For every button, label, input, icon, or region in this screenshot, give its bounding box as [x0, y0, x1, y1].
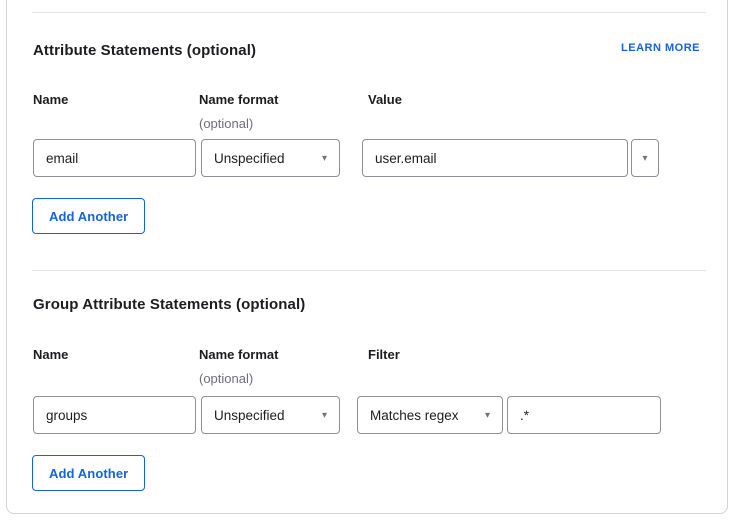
group-attribute-statements-title: Group Attribute Statements (optional): [33, 296, 305, 313]
chevron-down-icon: ▾: [322, 411, 327, 421]
chevron-down-icon: ▾: [485, 411, 490, 421]
add-another-button-attributes[interactable]: Add Another: [32, 198, 145, 234]
column-label-name: Name: [33, 92, 68, 107]
value-dropdown-button[interactable]: ▾: [631, 139, 659, 177]
section-divider-top: [32, 12, 706, 13]
filter-type-select-value: Matches regex: [370, 408, 459, 423]
attribute-value-input[interactable]: [362, 139, 628, 177]
group-attribute-name-input[interactable]: [33, 396, 196, 434]
column-label-name-format-optional: (optional): [199, 371, 253, 386]
column-label-filter: Filter: [368, 347, 400, 362]
saml-settings-page: Attribute Statements (optional) LEARN MO…: [0, 0, 737, 530]
column-label-name-format: Name format: [199, 92, 278, 107]
filter-value-input[interactable]: [507, 396, 661, 434]
learn-more-link[interactable]: LEARN MORE: [621, 42, 700, 54]
settings-card: [6, 0, 728, 514]
name-format-select[interactable]: Unspecified ▾: [201, 139, 340, 177]
attribute-name-input[interactable]: [33, 139, 196, 177]
group-name-format-select[interactable]: Unspecified ▾: [201, 396, 340, 434]
group-name-format-select-value: Unspecified: [214, 408, 285, 423]
attribute-statements-title: Attribute Statements (optional): [33, 42, 256, 59]
section-divider-middle: [32, 270, 706, 271]
chevron-down-icon: ▾: [322, 154, 327, 164]
column-label-name-format: Name format: [199, 347, 278, 362]
column-label-name-format-optional: (optional): [199, 116, 253, 131]
column-label-name: Name: [33, 347, 68, 362]
filter-type-select[interactable]: Matches regex ▾: [357, 396, 503, 434]
column-label-value: Value: [368, 92, 402, 107]
chevron-down-icon: ▾: [642, 154, 647, 164]
add-another-button-group-attributes[interactable]: Add Another: [32, 455, 145, 491]
name-format-select-value: Unspecified: [214, 151, 285, 166]
